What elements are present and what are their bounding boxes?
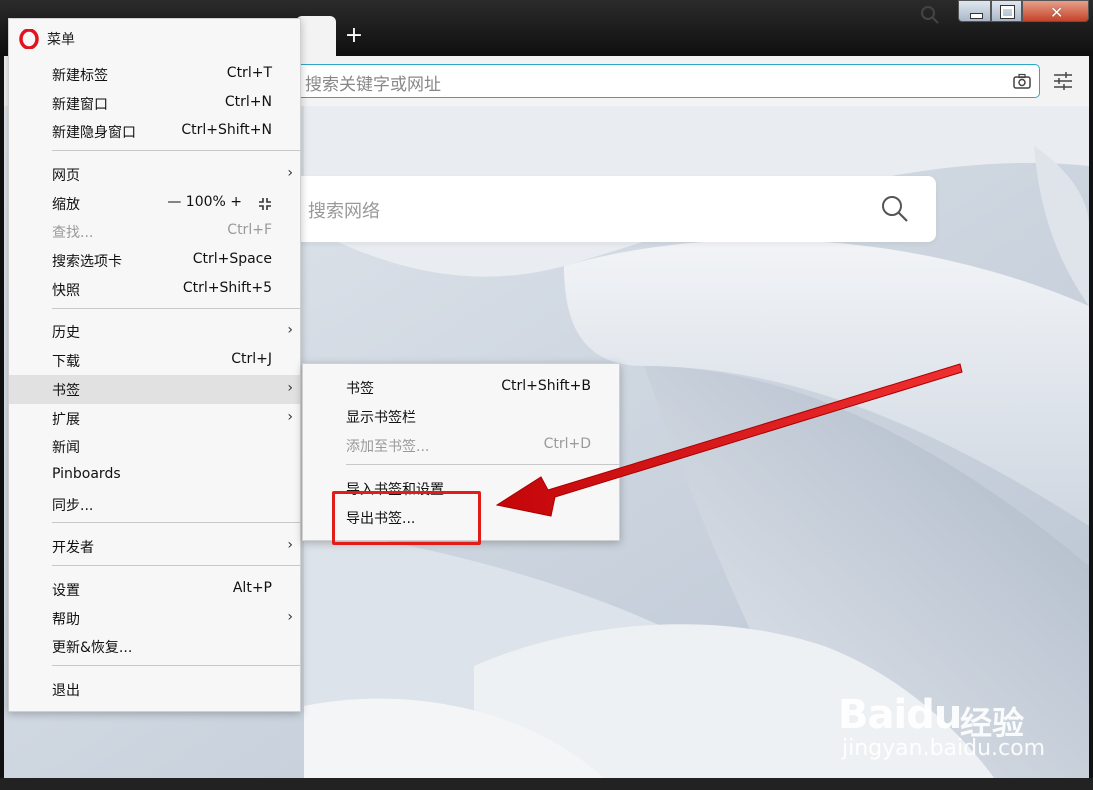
- watermark-url: jingyan.baidu.com: [842, 736, 1046, 761]
- baidu-jingyan-watermark: Baidu 经验 jingyan.baidu.com: [838, 668, 1045, 768]
- watermark-brand: Baidu: [838, 692, 962, 738]
